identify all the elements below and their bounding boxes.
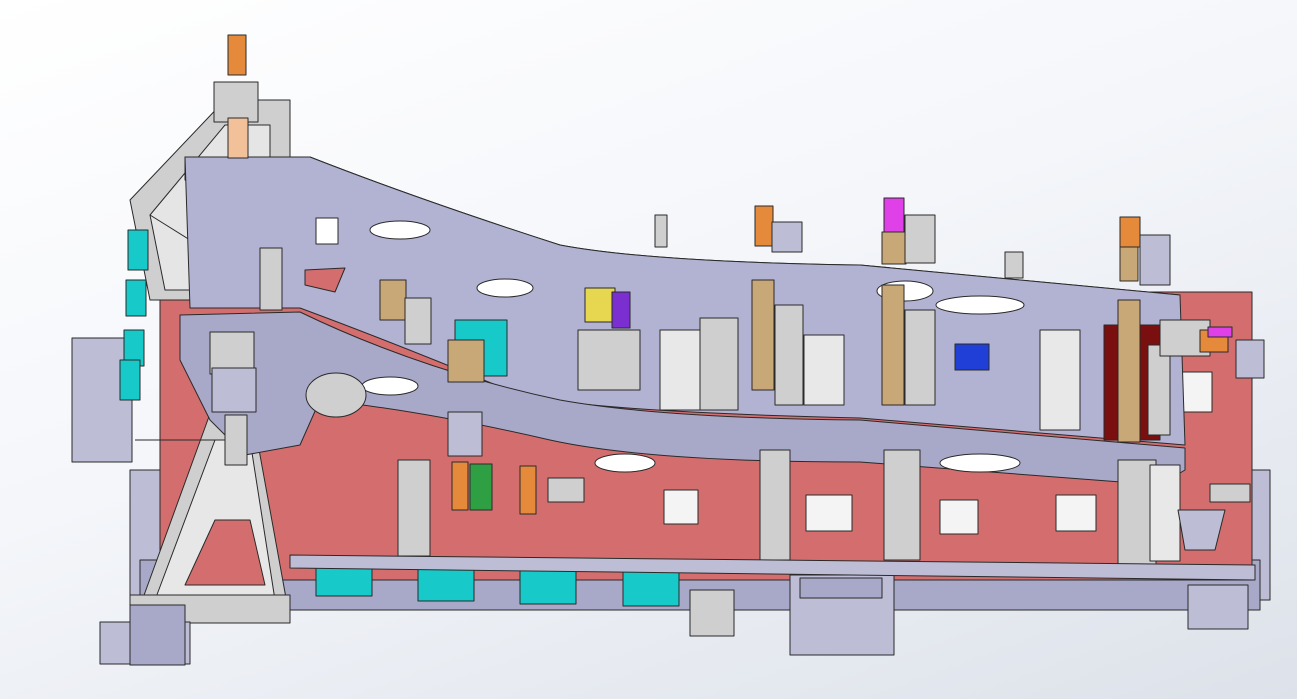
cad-viewport[interactable] <box>0 0 1297 699</box>
cyan-blocks-left <box>119 229 149 401</box>
fixture-assembly-model[interactable] <box>0 0 1297 699</box>
